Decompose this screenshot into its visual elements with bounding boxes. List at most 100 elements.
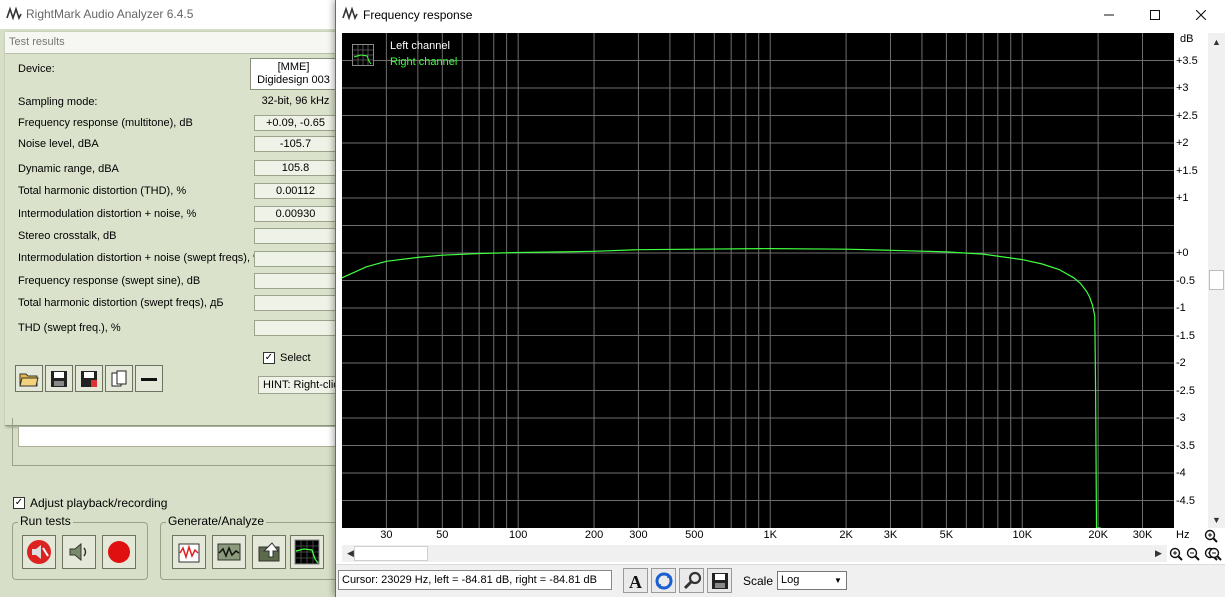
save-icon <box>51 370 67 387</box>
svg-text:A: A <box>629 572 642 591</box>
device-field[interactable]: [MME] Digidesign 003 <box>250 58 337 90</box>
speaker-off-button[interactable] <box>22 535 56 569</box>
result-value: 0.00112 <box>254 183 337 199</box>
select-checkbox[interactable]: ✓ Select <box>263 352 311 365</box>
x-tick-label: 200 <box>584 529 604 541</box>
zoom-in-top-button[interactable] <box>1202 527 1219 544</box>
generate-button[interactable] <box>172 535 206 569</box>
adjust-check-icon[interactable]: ✓ <box>13 497 25 509</box>
app-logo-icon <box>342 6 358 21</box>
y-tick-label: -2 <box>1176 357 1186 369</box>
y-tick-label: +3.5 <box>1176 54 1198 67</box>
x-axis-unit: Hz <box>1176 529 1190 541</box>
zoom-out-x-button[interactable] <box>1184 545 1201 562</box>
frequency-response-title: Frequency response <box>363 8 473 22</box>
log-area[interactable] <box>18 426 340 447</box>
legend-right-channel: Right channel <box>390 56 458 68</box>
generate-analyze-title: Generate/Analyze <box>166 514 267 528</box>
y-tick-label: +2.5 <box>1176 109 1198 122</box>
open-button[interactable] <box>15 365 43 392</box>
record-icon <box>108 541 130 563</box>
zoom-in-icon <box>1204 529 1218 543</box>
result-label: Total harmonic distortion (swept freqs),… <box>18 297 224 309</box>
cursor-readout: Cursor: 23029 Hz, left = -84.81 dB, righ… <box>338 570 612 590</box>
scroll-right-button[interactable]: ▶ <box>1150 545 1167 562</box>
minimize-button[interactable] <box>1086 0 1132 30</box>
result-value <box>254 273 337 289</box>
font-a-icon: A <box>629 572 642 591</box>
save-all-button[interactable] <box>75 365 103 392</box>
speaker-mute-icon <box>27 540 51 564</box>
scale-dropdown[interactable]: Log ▼ <box>777 571 847 590</box>
device-value-line1: [MME] <box>277 61 310 73</box>
scale-value: Log <box>781 574 800 586</box>
minimize-icon <box>1104 14 1114 16</box>
close-button[interactable] <box>1178 0 1224 30</box>
zoom-out-icon <box>1208 547 1222 561</box>
zoom-in-x-button[interactable] <box>1167 545 1184 562</box>
scroll-up-button[interactable]: ▲ <box>1208 33 1225 50</box>
x-tick-label: 30 <box>380 529 393 541</box>
result-value: +0.09, -0.65 <box>254 115 337 131</box>
close-icon <box>1196 10 1206 20</box>
y-tick-label: -1 <box>1176 302 1186 314</box>
x-tick-label: 500 <box>685 529 704 541</box>
main-window-title: RightMark Audio Analyzer 6.4.5 <box>26 7 194 21</box>
clear-button[interactable] <box>135 365 163 392</box>
vertical-scrollbar[interactable]: ▲ ▼ <box>1208 33 1225 528</box>
refresh-button[interactable] <box>651 568 676 593</box>
save-graph-button[interactable] <box>707 568 732 593</box>
x-tick-label: 20K <box>1088 529 1108 541</box>
copy-button[interactable] <box>105 365 133 392</box>
frequency-response-statusbar: Cursor: 23029 Hz, left = -84.81 dB, righ… <box>336 564 1225 597</box>
scroll-down-button[interactable]: ▼ <box>1208 511 1225 528</box>
x-tick-label: 300 <box>629 529 648 541</box>
graph-button[interactable] <box>290 535 324 569</box>
series-line-right-channel <box>342 247 1101 528</box>
dash-icon <box>141 377 157 381</box>
result-label: Dynamic range, dBA <box>18 163 119 175</box>
maximize-button[interactable] <box>1132 0 1178 30</box>
frequency-response-titlebar[interactable]: Frequency response <box>336 0 1225 30</box>
result-label: Frequency response (swept sine), dB <box>18 275 201 287</box>
main-window: RightMark Audio Analyzer 6.4.5 Test resu… <box>0 0 340 597</box>
run-tests-title: Run tests <box>18 514 73 528</box>
zoom-in-icon <box>1169 547 1183 561</box>
y-tick-label: -4 <box>1176 467 1186 479</box>
record-button[interactable] <box>102 535 136 569</box>
frequency-response-plot[interactable]: Left channel Right channel <box>342 33 1174 528</box>
save-button[interactable] <box>45 365 73 392</box>
save-icon <box>711 572 728 589</box>
result-value <box>254 228 337 244</box>
vertical-scroll-thumb[interactable] <box>1209 270 1224 290</box>
maximize-icon <box>1150 10 1160 20</box>
load-button[interactable] <box>252 535 286 569</box>
x-axis: 30 50 100 200 300 500 1K 2K 3K 5K 10K 20K 30K <box>342 528 1174 544</box>
frequency-response-chart <box>342 33 1174 528</box>
zoom-out-y-button[interactable] <box>1206 545 1223 562</box>
x-tick-label: 3K <box>883 529 898 541</box>
x-tick-label: 10K <box>1012 529 1033 541</box>
waveform-icon <box>217 543 241 561</box>
waveform-disk-icon <box>178 543 200 563</box>
horizontal-scroll-thumb[interactable] <box>354 546 428 561</box>
result-value: 32-bit, 96 kHz <box>261 95 330 107</box>
adjust-label: Adjust playback/recording <box>30 496 168 510</box>
settings-button[interactable] <box>679 568 704 593</box>
select-check-icon[interactable]: ✓ <box>263 352 275 365</box>
legend-left-channel: Left channel <box>390 40 450 52</box>
legend-graph-icon[interactable] <box>352 44 374 66</box>
open-folder-icon <box>19 373 39 386</box>
result-label: THD (swept freq.), % <box>18 322 121 334</box>
speaker-button[interactable] <box>62 535 96 569</box>
test-results-title: Test results <box>9 36 65 48</box>
horizontal-scrollbar[interactable]: ◀ ▶ <box>342 545 1167 562</box>
y-tick-label: -2.5 <box>1176 384 1195 397</box>
test-results-titlebar[interactable]: Test results <box>5 32 337 54</box>
adjust-checkbox[interactable]: ✓ Adjust playback/recording <box>13 496 167 510</box>
font-button[interactable]: A <box>623 568 648 593</box>
y-tick-label: -4.5 <box>1176 494 1195 507</box>
result-value: 105.8 <box>254 160 337 176</box>
analyze-button[interactable] <box>212 535 246 569</box>
y-axis-unit: dB <box>1180 33 1194 45</box>
